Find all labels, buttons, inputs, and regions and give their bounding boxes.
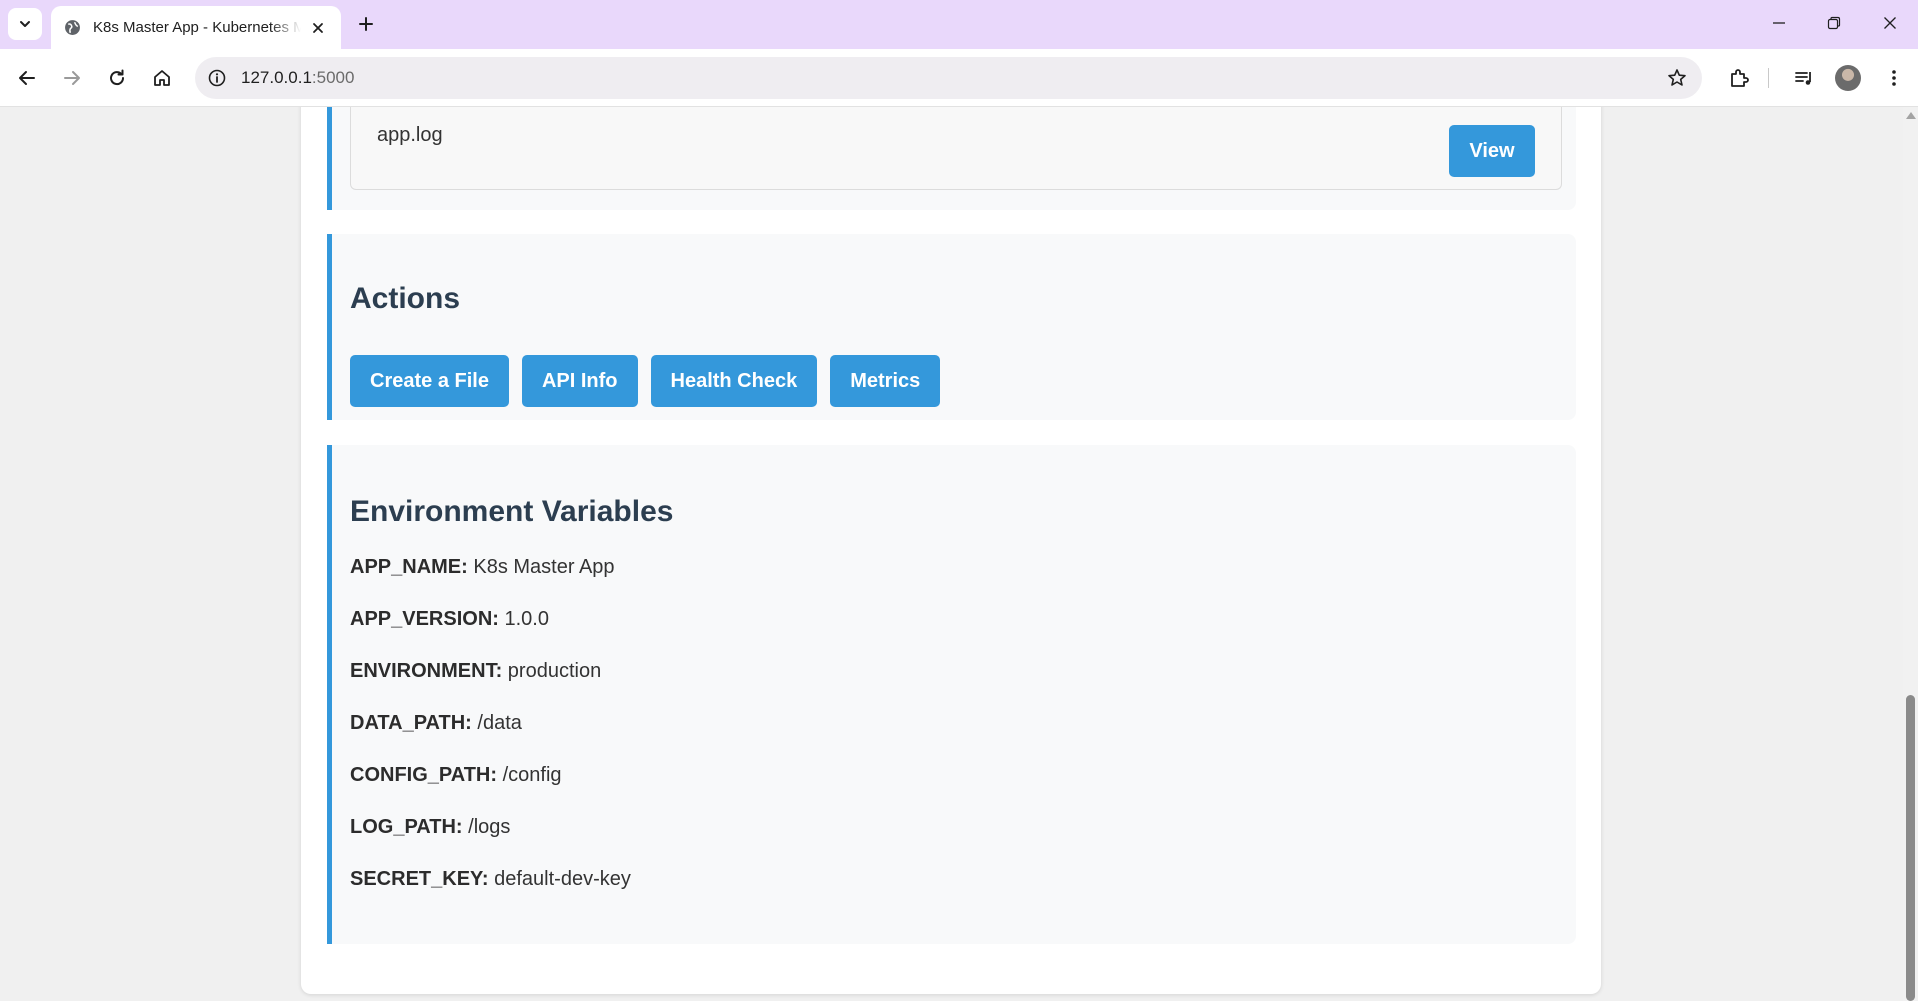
avatar[interactable]	[1835, 65, 1861, 91]
env-value: /data	[477, 712, 522, 734]
env-value: default-dev-key	[494, 868, 631, 890]
env-value: production	[507, 660, 602, 682]
extensions-icon	[1731, 69, 1749, 87]
more-button[interactable]	[1880, 64, 1908, 92]
toolbar-separator	[1768, 68, 1769, 88]
window-close-button[interactable]	[1875, 10, 1905, 36]
chevron-down-icon	[20, 21, 30, 27]
page-scrollbar[interactable]	[1903, 107, 1918, 1001]
view-file-button[interactable]: View	[1449, 125, 1535, 177]
tab-list-button[interactable]	[8, 8, 42, 40]
file-name: app.log	[377, 124, 443, 146]
api-info-button[interactable]: API Info	[521, 355, 638, 407]
url-text[interactable]: 127.0.0.1:5000	[241, 68, 354, 88]
extensions-button[interactable]	[1725, 64, 1753, 92]
scroll-thumb[interactable]	[1906, 695, 1915, 1001]
metrics-button[interactable]: Metrics	[830, 355, 941, 407]
browser-tab-bar: K8s Master App - Kubernetes Master	[0, 0, 1918, 49]
env-var-app-version: APP_VERSION: 1.0.0	[350, 607, 631, 659]
back-button[interactable]	[13, 64, 41, 92]
env-var-config-path: CONFIG_PATH: /config	[350, 763, 631, 815]
actions-button-row: Create a File API Info Health Check Metr…	[350, 355, 941, 407]
minimize-button[interactable]	[1764, 10, 1794, 36]
env-var-app-name: APP_NAME: K8s Master App	[350, 555, 631, 607]
env-key: APP_VERSION:	[350, 608, 499, 630]
env-var-list: APP_NAME: K8s Master App APP_VERSION: 1.…	[350, 555, 631, 919]
restore-button[interactable]	[1819, 10, 1849, 36]
env-value: 1.0.0	[504, 608, 549, 630]
media-icon	[1795, 72, 1811, 85]
reload-button[interactable]	[103, 64, 131, 92]
scroll-up-arrow-icon[interactable]	[1906, 112, 1916, 119]
close-icon	[1884, 17, 1896, 29]
env-key: DATA_PATH:	[350, 712, 472, 734]
address-bar[interactable]: 127.0.0.1:5000	[195, 57, 1702, 99]
env-value: /logs	[468, 816, 511, 838]
env-key: CONFIG_PATH:	[350, 764, 498, 786]
page-viewport: app.log View Actions Create a File API I…	[0, 107, 1903, 1001]
environment-section: Environment Variables APP_NAME: K8s Mast…	[327, 445, 1576, 944]
files-section: app.log View	[327, 107, 1576, 210]
home-icon	[154, 70, 170, 86]
globe-icon	[63, 19, 81, 37]
env-var-secret-key: SECRET_KEY: default-dev-key	[350, 867, 631, 919]
restore-icon	[1827, 16, 1841, 30]
media-button[interactable]	[1790, 64, 1818, 92]
env-key: SECRET_KEY:	[350, 868, 489, 890]
env-key: APP_NAME:	[350, 556, 468, 578]
reload-icon	[110, 69, 125, 86]
browser-tab-active[interactable]: K8s Master App - Kubernetes Master	[51, 6, 341, 49]
info-icon[interactable]	[207, 68, 227, 88]
close-icon[interactable]	[307, 17, 329, 39]
back-icon	[19, 71, 35, 85]
file-item: app.log View	[350, 107, 1562, 190]
forward-icon	[64, 71, 80, 85]
env-value: K8s Master App	[473, 556, 615, 578]
main-container: app.log View Actions Create a File API I…	[301, 107, 1601, 994]
env-var-environment: ENVIRONMENT: production	[350, 659, 631, 711]
health-check-button[interactable]: Health Check	[650, 355, 818, 407]
env-key: LOG_PATH:	[350, 816, 463, 838]
more-icon	[1892, 70, 1896, 86]
star-icon[interactable]	[1666, 67, 1688, 89]
url-host: 127.0.0.1	[241, 68, 312, 87]
env-var-log-path: LOG_PATH: /logs	[350, 815, 631, 867]
env-value: /config	[502, 764, 562, 786]
create-file-button[interactable]: Create a File	[350, 355, 509, 407]
plus-icon	[359, 17, 373, 31]
home-button[interactable]	[148, 64, 176, 92]
new-tab-button[interactable]	[353, 11, 379, 37]
env-key: ENVIRONMENT:	[350, 660, 503, 682]
actions-title: Actions	[350, 282, 461, 315]
forward-button[interactable]	[58, 64, 86, 92]
environment-title: Environment Variables	[350, 495, 674, 528]
env-var-data-path: DATA_PATH: /data	[350, 711, 631, 763]
browser-toolbar: 127.0.0.1:5000	[0, 49, 1918, 107]
tab-title: K8s Master App - Kubernetes Master	[93, 19, 301, 36]
actions-section: Actions Create a File API Info Health Ch…	[327, 234, 1576, 420]
minimize-icon	[1773, 22, 1785, 24]
url-port: :5000	[311, 68, 355, 87]
